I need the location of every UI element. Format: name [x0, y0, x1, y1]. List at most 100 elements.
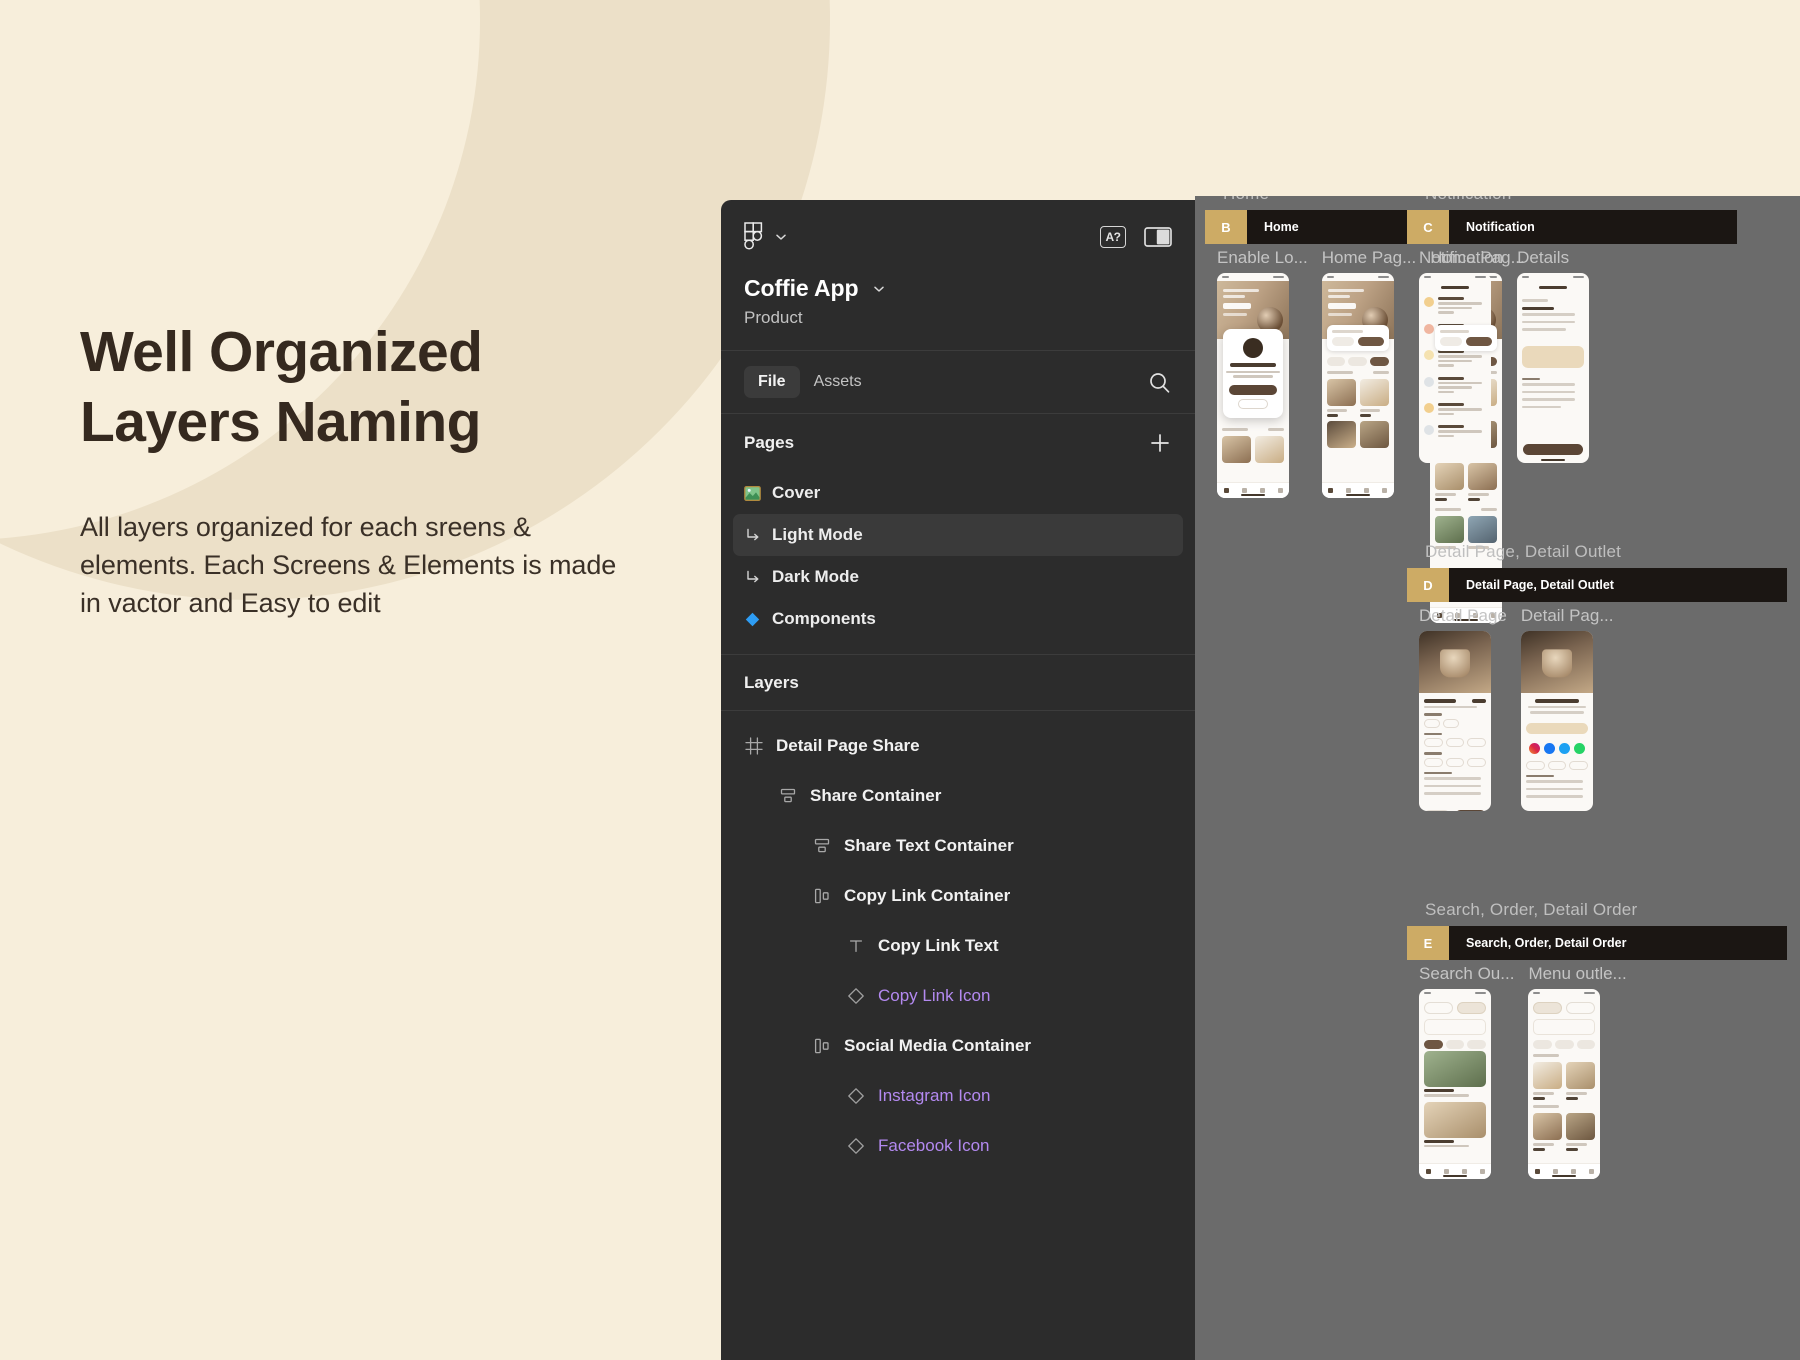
pages-list: Cover Light Mode Dark Mode Components: [721, 472, 1195, 654]
phone-mockup: [1217, 273, 1289, 498]
pages-header: Pages: [721, 414, 1195, 472]
layer-item-copy-link-icon[interactable]: Copy Link Icon: [721, 971, 1195, 1021]
frame-label: Notification: [1419, 248, 1504, 267]
section-title: Search, Order, Detail Order: [1425, 900, 1638, 919]
section-bar-label: Home: [1264, 220, 1299, 234]
canvas-section-search-order: Search, Order, Detail Order E Search, Or…: [1407, 900, 1787, 1179]
frame-label: Detail Page: [1419, 606, 1507, 625]
auto-layout-horizontal-icon: [812, 887, 832, 905]
page-item-label: Light Mode: [772, 525, 863, 544]
figma-left-panel: A? Coffie App Product File Assets Pages …: [721, 200, 1195, 1360]
section-bar: E Search, Order, Detail Order: [1407, 926, 1787, 960]
layers-title: Layers: [744, 672, 799, 692]
frame-group: Detail Page Detail Pag...: [1407, 606, 1787, 811]
frame-column[interactable]: Notification: [1419, 248, 1503, 463]
frame-column[interactable]: Enable Lo...: [1217, 248, 1308, 623]
section-letter-badge: E: [1407, 926, 1449, 960]
frame-column[interactable]: Menu outle...: [1528, 964, 1627, 1179]
frame-column[interactable]: Search Ou...: [1419, 964, 1514, 1179]
file-name: Coffie App: [744, 275, 859, 301]
page-item-label: Components: [772, 609, 876, 628]
file-name-row[interactable]: Coffie App: [744, 275, 1172, 302]
phone-mockup: [1517, 273, 1590, 463]
chevron-down-icon[interactable]: [774, 230, 788, 244]
figma-logo-icon: [744, 222, 764, 251]
page-title: Well Organized Layers Naming: [80, 318, 640, 457]
brand-menu[interactable]: [744, 222, 788, 251]
auto-layout-horizontal-icon: [812, 1037, 832, 1055]
frame-group: Notification Details: [1407, 248, 1737, 463]
layer-item-share-text-container[interactable]: Share Text Container: [721, 821, 1195, 871]
page-branch-icon: [744, 527, 761, 543]
figma-canvas[interactable]: Home B Home Enable Lo...: [1195, 196, 1800, 1360]
panel-layout-icon[interactable]: [1144, 225, 1172, 249]
frame-column[interactable]: Detail Page: [1419, 606, 1507, 811]
layer-item-social-media-container[interactable]: Social Media Container: [721, 1021, 1195, 1071]
canvas-viewport: Home B Home Enable Lo...: [1195, 196, 1800, 1360]
layer-item-instagram-icon[interactable]: Instagram Icon: [721, 1071, 1195, 1121]
tab-assets[interactable]: Assets: [800, 366, 876, 398]
phone-mockup: [1419, 631, 1491, 811]
page-title-line-2: Layers Naming: [80, 389, 481, 454]
layer-item-copy-link-container[interactable]: Copy Link Container: [721, 871, 1195, 921]
page-item-label: Cover: [772, 483, 821, 502]
frame-label: Search Ou...: [1419, 964, 1515, 983]
pages-title: Pages: [744, 433, 795, 452]
auto-layout-vertical-icon: [778, 787, 798, 805]
phone-mockup: [1321, 273, 1394, 498]
page-branch-icon: [744, 569, 761, 585]
section-bar: D Detail Page, Detail Outlet: [1407, 568, 1787, 602]
layers-list: Detail Page Share Share Container Share …: [721, 711, 1195, 1171]
frame-label: Home Pag...: [1321, 248, 1417, 267]
canvas-section-detail-page: Detail Page, Detail Outlet D Detail Page…: [1407, 542, 1787, 811]
page-item-dark-mode[interactable]: Dark Mode: [733, 556, 1183, 598]
page-item-light-mode[interactable]: Light Mode: [733, 514, 1183, 556]
image-page-icon: [744, 485, 761, 502]
page-item-components[interactable]: Components: [733, 598, 1183, 640]
page-item-cover[interactable]: Cover: [733, 472, 1183, 514]
component-instance-icon: [846, 1087, 866, 1105]
tab-file[interactable]: File: [744, 366, 800, 398]
section-title: Detail Page, Detail Outlet: [1425, 542, 1622, 561]
chevron-down-icon[interactable]: [872, 282, 886, 296]
layer-item-facebook-icon[interactable]: Facebook Icon: [721, 1121, 1195, 1171]
frame-icon: [744, 737, 764, 755]
frame-label: Details: [1517, 248, 1570, 267]
phone-mockup: [1520, 631, 1593, 811]
section-title: Notification: [1407, 196, 1737, 204]
plus-icon[interactable]: [1148, 431, 1172, 455]
frame-column[interactable]: Detail Pag...: [1520, 606, 1614, 811]
frame-column[interactable]: Details: [1517, 248, 1590, 463]
frame-column[interactable]: Home Pag...: [1321, 248, 1417, 623]
component-instance-icon: [846, 987, 866, 1005]
section-bar-label: Detail Page, Detail Outlet: [1466, 578, 1614, 592]
section-letter-badge: D: [1407, 568, 1449, 602]
layer-item-detail-page-share[interactable]: Detail Page Share: [721, 721, 1195, 771]
layer-item-copy-link-text[interactable]: Copy Link Text: [721, 921, 1195, 971]
phone-mockup: [1528, 989, 1601, 1179]
layer-item-label: Copy Link Container: [844, 886, 1011, 905]
auto-layout-vertical-icon: [812, 837, 832, 855]
section-letter-badge: C: [1407, 210, 1449, 244]
layer-item-share-container[interactable]: Share Container: [721, 771, 1195, 821]
file-info: Coffie App Product: [721, 251, 1195, 351]
hero-description: All layers organized for each sreens & e…: [80, 512, 617, 618]
phone-mockup: [1419, 989, 1491, 1179]
section-bar: C Notification: [1407, 210, 1737, 244]
panel-tabs: File Assets: [721, 351, 1195, 414]
frame-label: Detail Pag...: [1520, 606, 1614, 625]
layer-item-label: Copy Link Text: [878, 936, 999, 955]
font-missing-icon[interactable]: A?: [1100, 225, 1126, 248]
layer-item-label: Copy Link Icon: [878, 986, 991, 1005]
layers-header: Layers: [721, 654, 1195, 711]
layer-item-label: Share Container: [810, 786, 942, 805]
section-bar-label: Notification: [1466, 220, 1535, 234]
phone-mockup: [1419, 273, 1491, 463]
frame-label: Menu outle...: [1528, 964, 1627, 983]
text-icon: [846, 937, 866, 955]
layer-item-label: Social Media Container: [844, 1036, 1032, 1055]
search-icon[interactable]: [1147, 370, 1172, 395]
file-subtitle: Product: [744, 308, 803, 327]
component-diamond-icon: [744, 612, 761, 627]
layer-item-label: Facebook Icon: [878, 1136, 990, 1155]
